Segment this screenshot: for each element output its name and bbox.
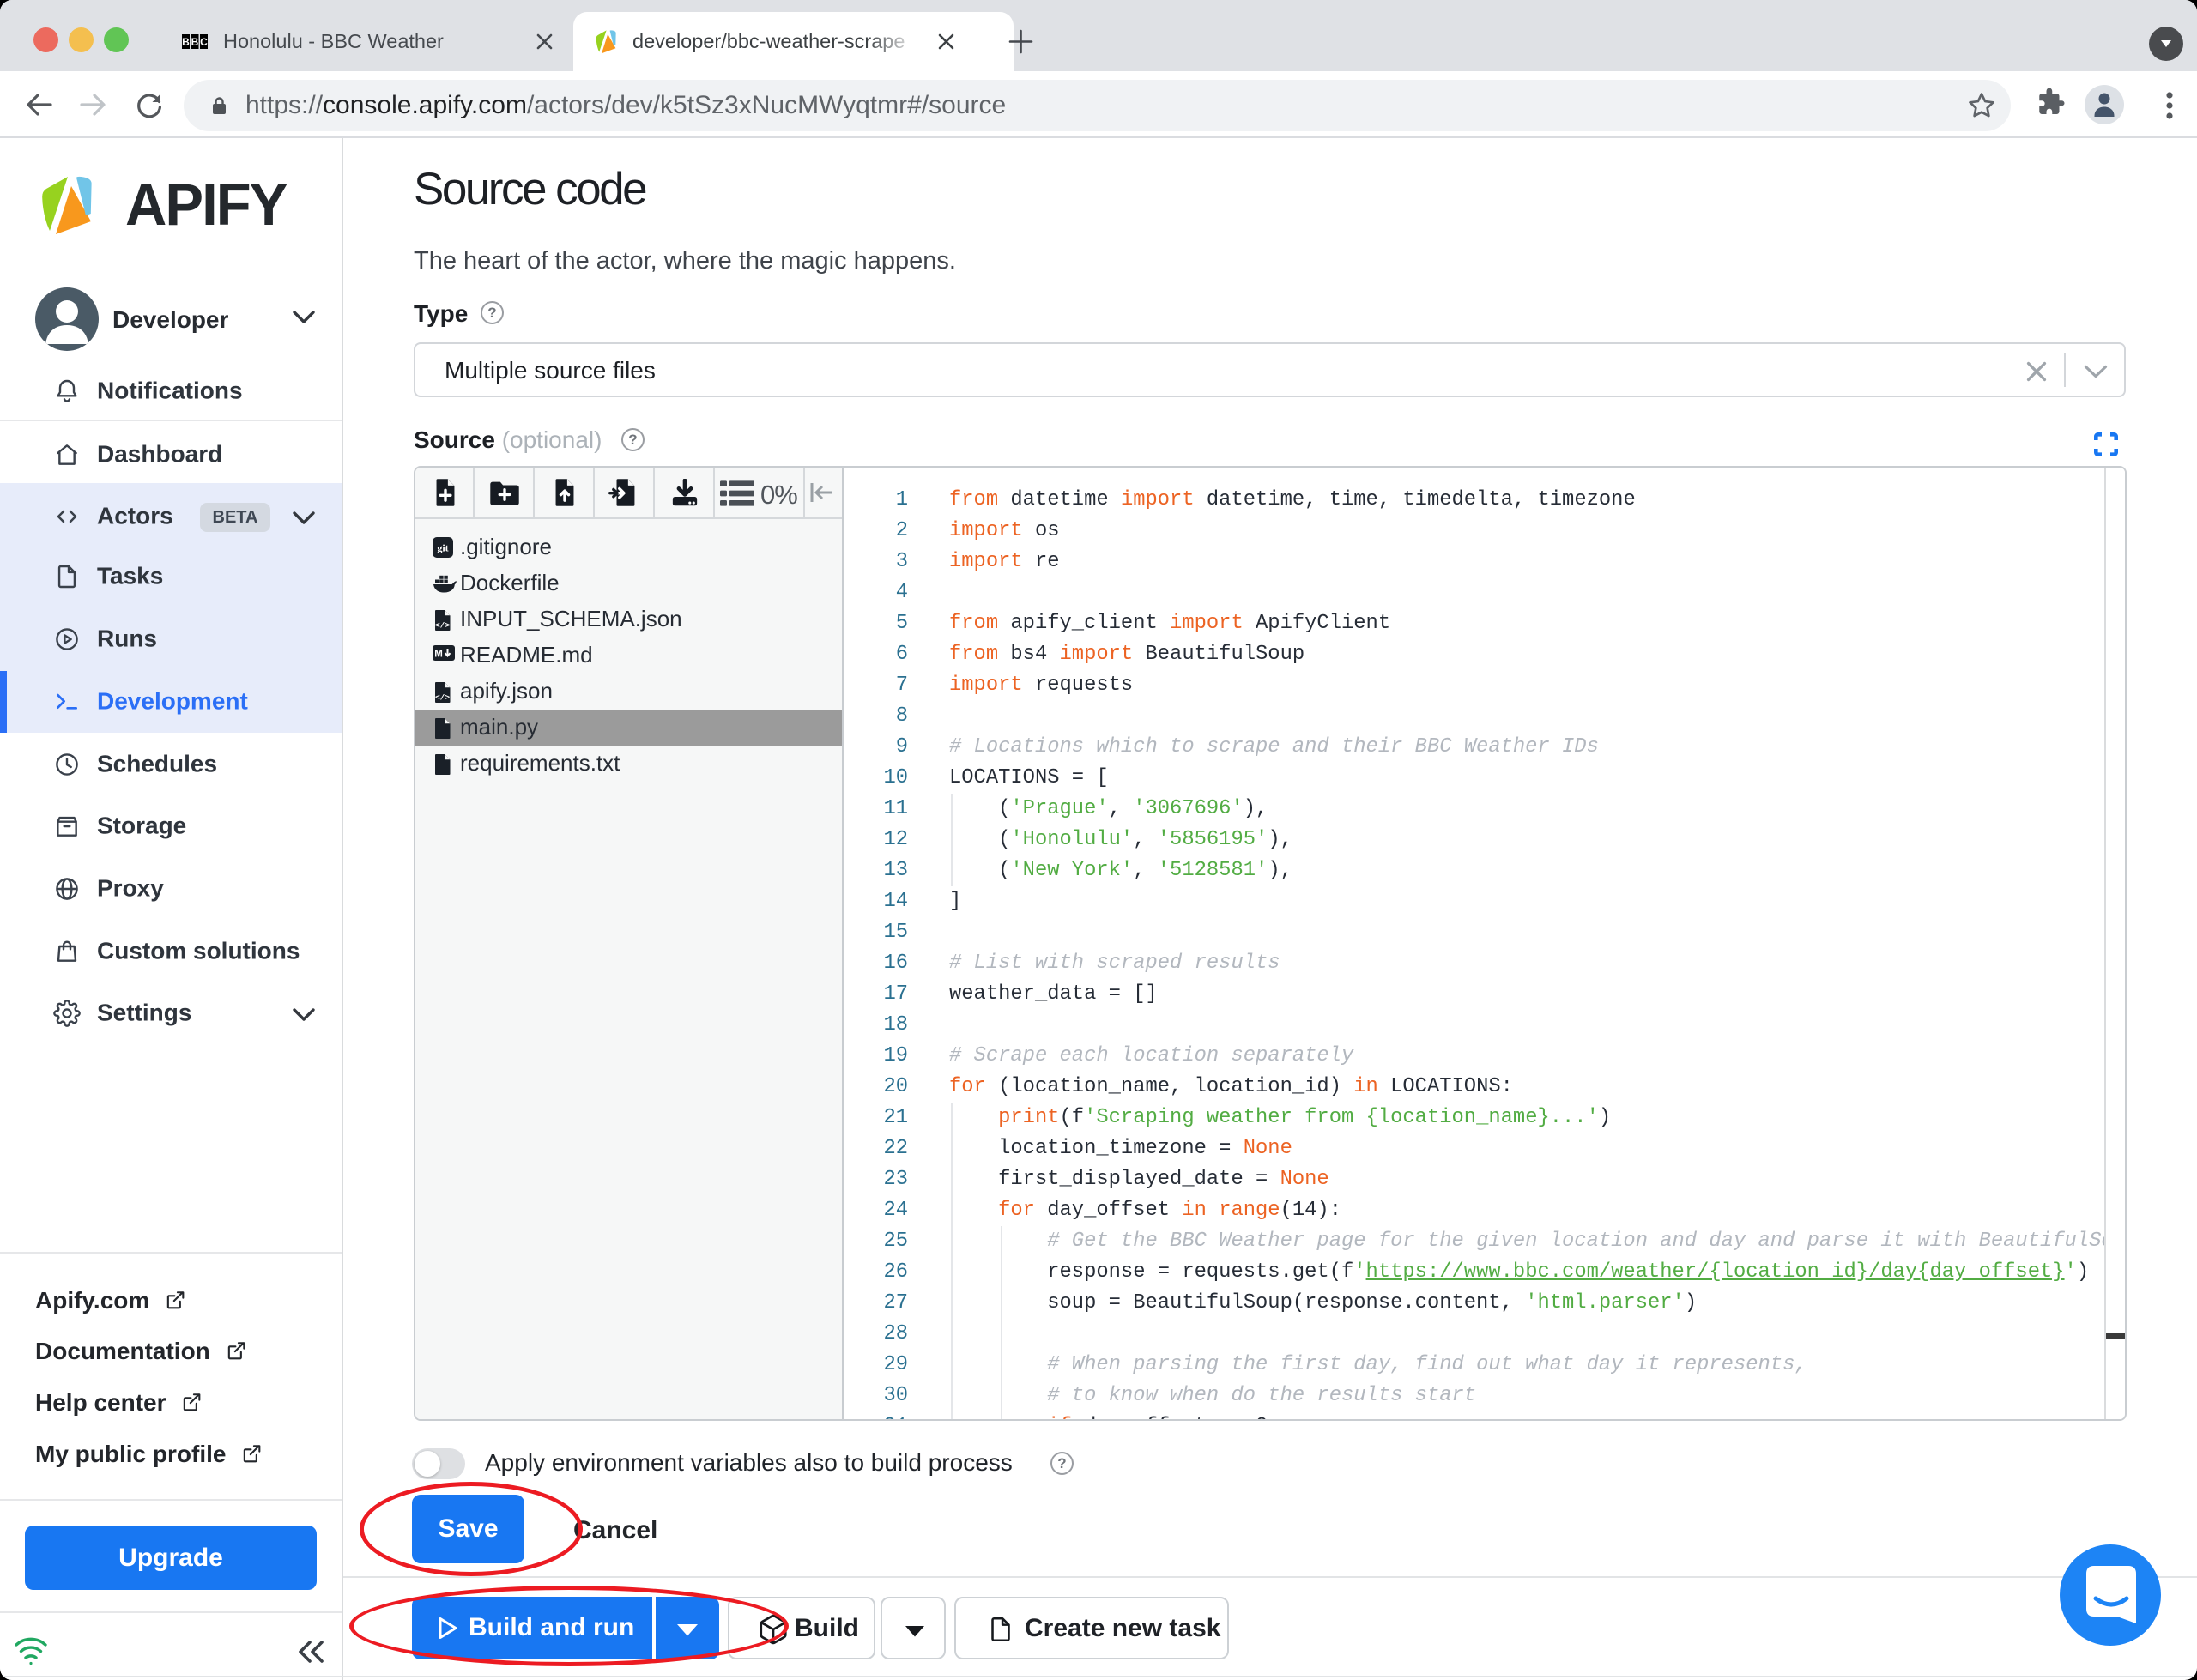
svg-text:M: M — [434, 650, 443, 660]
svg-text:</>: </> — [435, 693, 450, 703]
svg-text:B: B — [191, 36, 199, 48]
svg-text:git: git — [437, 542, 448, 554]
svg-text:</>: </> — [435, 621, 450, 631]
svg-text:B: B — [182, 36, 190, 48]
svg-text:C: C — [200, 36, 208, 48]
